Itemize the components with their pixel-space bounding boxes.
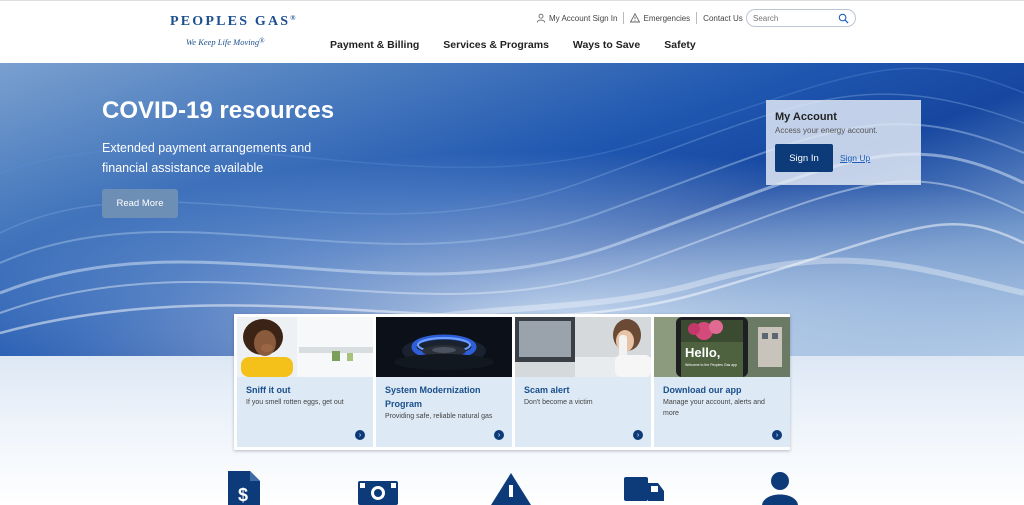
hero-title: COVID-19 resources <box>102 97 335 124</box>
peoples-gas-logo[interactable]: PEOPLES GAS® We Keep Life Moving® <box>170 14 295 47</box>
read-more-button[interactable]: Read More <box>102 189 178 218</box>
card-download-app[interactable]: Hello, Welcome to the Peoples Gas app Do… <box>654 317 790 447</box>
sign-up-link[interactable]: Sign Up <box>840 153 870 163</box>
card-system-modernization[interactable]: System Modernization Program Providing s… <box>376 317 512 447</box>
feature-cards: Sniff it out If you smell rotten eggs, g… <box>234 314 790 450</box>
gas-burner-flame-image <box>376 317 512 377</box>
warning-icon <box>630 13 641 23</box>
card-title: System Modernization Program <box>385 385 481 409</box>
phone-hello-text: Hello, <box>685 345 720 360</box>
card-scam-alert[interactable]: Scam alert Don't become a victim › <box>515 317 651 447</box>
nav-safety[interactable]: Safety <box>652 39 708 51</box>
card-title: Download our app <box>663 385 742 395</box>
phone-welcome-text: Welcome to the Peoples Gas app <box>685 363 737 367</box>
card-sniff-it-out[interactable]: Sniff it out If you smell rotten eggs, g… <box>237 317 373 447</box>
card-description: Manage your account, alerts and more <box>663 399 765 417</box>
chevron-right-icon[interactable]: › <box>633 430 643 440</box>
money-icon[interactable] <box>358 471 398 505</box>
my-account-title: My Account <box>775 111 837 123</box>
person-icon[interactable] <box>760 471 800 505</box>
card-description: Don't become a victim <box>524 399 593 406</box>
truck-icon[interactable] <box>624 471 664 505</box>
chevron-right-icon[interactable]: › <box>355 430 365 440</box>
logo-tagline: We Keep Life Moving® <box>186 37 265 47</box>
nav-services-programs[interactable]: Services & Programs <box>431 39 561 51</box>
nav-ways-to-save[interactable]: Ways to Save <box>561 39 652 51</box>
search-box <box>746 9 856 27</box>
sign-in-button[interactable]: Sign In <box>775 144 833 172</box>
account-signin-link[interactable]: My Account Sign In <box>530 12 625 24</box>
main-nav: Payment & Billing Services & Programs Wa… <box>318 39 708 51</box>
hero-subtitle: Extended payment arrangements and financ… <box>102 141 312 175</box>
chevron-right-icon[interactable]: › <box>494 430 504 440</box>
phone-app-image: Hello, Welcome to the Peoples Gas app <box>654 317 790 377</box>
warning-icon[interactable] <box>491 471 531 505</box>
hero-banner: COVID-19 resources Extended payment arra… <box>0 63 1024 356</box>
my-account-description: Access your energy account. <box>775 126 878 135</box>
contact-us-link[interactable]: Contact Us <box>697 12 749 24</box>
utility-nav: My Account Sign In Emergencies Contact U… <box>530 10 749 26</box>
search-input[interactable] <box>753 13 835 23</box>
card-description: Providing safe, reliable natural gas <box>385 413 493 420</box>
user-icon <box>536 13 546 23</box>
my-account-panel: My Account Access your energy account. S… <box>766 100 921 185</box>
nav-payment-billing[interactable]: Payment & Billing <box>318 39 431 51</box>
search-icon[interactable] <box>838 13 849 24</box>
svg-text:$: $ <box>238 485 248 505</box>
my-account-actions: Sign In Sign Up <box>775 144 912 172</box>
card-title: Sniff it out <box>246 385 291 395</box>
card-title: Scam alert <box>524 385 570 395</box>
person-on-phone-image <box>515 317 651 377</box>
emergencies-link[interactable]: Emergencies <box>624 12 698 24</box>
logo-wordmark: PEOPLES GAS® <box>170 14 298 29</box>
card-description: If you smell rotten eggs, get out <box>246 399 344 406</box>
chevron-right-icon[interactable]: › <box>772 430 782 440</box>
site-header: PEOPLES GAS® We Keep Life Moving® My Acc… <box>0 0 1024 63</box>
bill-icon[interactable]: $ <box>224 471 264 505</box>
woman-covering-nose-image <box>237 317 373 377</box>
